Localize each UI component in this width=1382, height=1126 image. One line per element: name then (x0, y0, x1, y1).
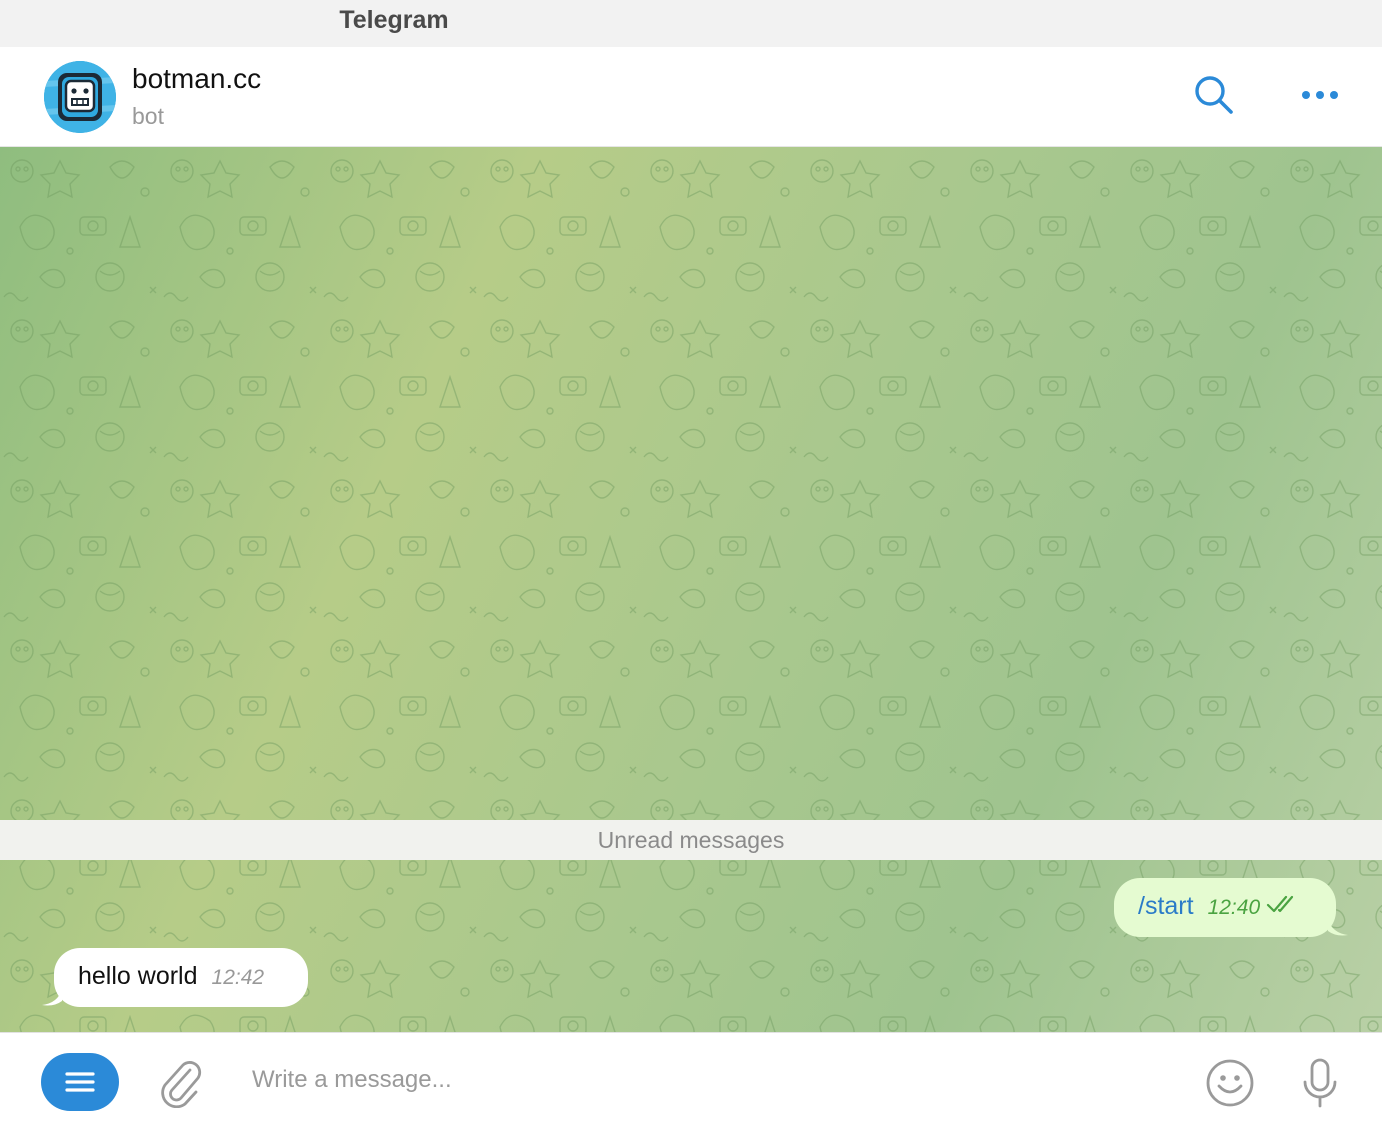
message-text[interactable]: hello world (78, 962, 198, 991)
chat-messages-area[interactable]: Unread messages /start 12:40 hello world… (0, 147, 1382, 1032)
more-options-button[interactable] (1296, 71, 1344, 119)
search-icon (1195, 76, 1233, 114)
incoming-message-bubble[interactable]: hello world 12:42 (54, 948, 308, 1007)
menu-icon (65, 1072, 95, 1092)
emoji-button[interactable] (1204, 1057, 1256, 1109)
outgoing-message-bubble[interactable]: /start 12:40 (1114, 878, 1336, 937)
emoji-smile-icon (1206, 1059, 1254, 1107)
voice-record-button[interactable] (1296, 1055, 1344, 1111)
message-time: 12:42 (211, 966, 265, 989)
message-input[interactable] (240, 1057, 1140, 1103)
chat-name[interactable]: botman.cc (132, 63, 261, 95)
chat-avatar[interactable] (44, 61, 116, 133)
message-text[interactable]: /start (1138, 892, 1194, 921)
chat-status: bot (132, 103, 164, 129)
double-check-icon (1267, 895, 1294, 913)
unread-messages-divider: Unread messages (0, 820, 1382, 860)
microphone-icon (1303, 1058, 1337, 1108)
search-button[interactable] (1190, 71, 1238, 119)
more-dots-icon (1302, 91, 1338, 99)
chat-header: botman.cc bot (0, 47, 1382, 147)
paperclip-icon (161, 1061, 202, 1108)
incoming-bubble-tail (42, 989, 62, 1006)
unread-label: Unread messages (597, 826, 785, 853)
bot-menu-button[interactable] (41, 1053, 119, 1111)
window-title: Telegram (339, 6, 449, 34)
title-bar: Telegram (0, 0, 1382, 47)
message-time: 12:40 (1207, 896, 1261, 919)
robot-avatar-icon (44, 61, 116, 133)
message-composer (0, 1032, 1382, 1126)
outgoing-bubble-tail (1328, 919, 1348, 936)
attach-button[interactable] (154, 1055, 206, 1109)
